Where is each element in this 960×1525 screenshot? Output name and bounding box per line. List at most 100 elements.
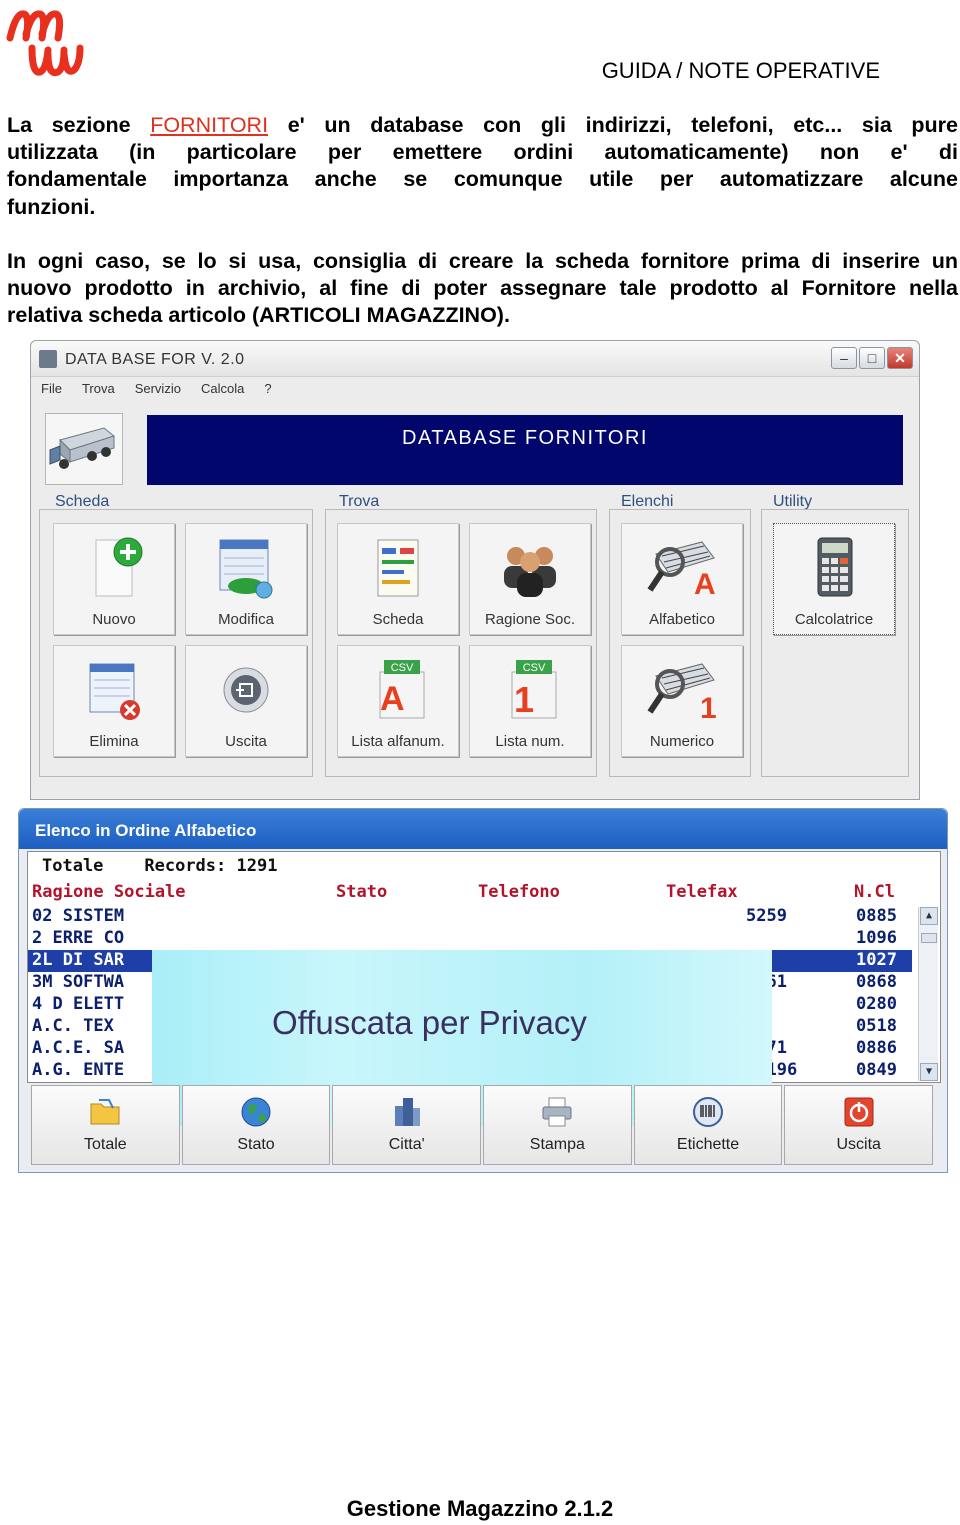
tile-label: Elimina	[89, 733, 139, 750]
delete-record-icon	[89, 663, 140, 720]
row-name: 2L DI SAR	[32, 950, 125, 970]
totals-label: Totale	[42, 856, 104, 876]
svg-text:1: 1	[700, 692, 717, 724]
database-fornitori-banner: DATABASE FORNITORI	[147, 415, 903, 485]
close-button[interactable]: ✕	[887, 347, 913, 369]
ragione-soc-button[interactable]: Ragione Soc.	[469, 523, 591, 635]
nuovo-button[interactable]: Nuovo	[53, 523, 175, 635]
row-ncl: 0885	[856, 906, 897, 926]
row-ncl: 0280	[856, 994, 897, 1014]
people-icon	[504, 547, 556, 597]
intro-line: La sezione FORNITORI e' un database con …	[7, 112, 958, 139]
exit-icon	[223, 667, 269, 713]
column-header-telefax[interactable]: Telefax	[666, 882, 738, 902]
scroll-up-icon[interactable]: ▲	[920, 907, 938, 925]
svg-text:1: 1	[514, 679, 534, 720]
numerico-button[interactable]: 1 Numerico	[621, 645, 743, 757]
city-buildings-icon	[394, 1098, 420, 1126]
menu-file[interactable]: File	[39, 381, 64, 396]
intro-line: fondamentale importanza anche se comunqu…	[7, 167, 958, 192]
elimina-button[interactable]: Elimina	[53, 645, 175, 757]
intro-text: e' un database con gli indirizzi, telefo…	[287, 113, 958, 137]
window-title: Elenco in Ordine Alfabetico	[35, 821, 257, 840]
scroll-down-icon[interactable]: ▼	[920, 1063, 938, 1081]
column-header-ncl[interactable]: N.Cl	[854, 882, 895, 902]
button-label: Stampa	[529, 1136, 585, 1153]
tile-label: Uscita	[225, 733, 267, 750]
window-titlebar: DATA BASE FOR V. 2.0 – □ ✕	[31, 341, 919, 377]
button-label: Citta'	[388, 1136, 425, 1153]
table-row[interactable]: 2 ERRE CO 1096	[28, 928, 912, 950]
menu-bar: File Trova Servizio Calcola ?	[39, 381, 274, 396]
tile-label: Nuovo	[92, 611, 136, 628]
intro-line: relativa scheda articolo (ARTICOLI MAGAZ…	[7, 303, 510, 328]
alfabetico-button[interactable]: A Alfabetico	[621, 523, 743, 635]
menu-help[interactable]: ?	[262, 381, 273, 396]
table-row[interactable]: 02 SISTEM 5259 0885	[28, 906, 912, 928]
magnifier-numeric-icon: 1	[647, 663, 717, 724]
lista-num-button[interactable]: CSV 1 Lista num.	[469, 645, 591, 757]
row-name: 4 D ELETT	[32, 994, 125, 1014]
row-ncl: 1027	[856, 950, 897, 970]
totale-button[interactable]: Totale	[31, 1085, 180, 1165]
menu-calcola[interactable]: Calcola	[199, 381, 246, 396]
menu-trova[interactable]: Trova	[80, 381, 117, 396]
new-document-icon	[95, 537, 143, 597]
button-label: Uscita	[836, 1136, 881, 1153]
button-label: Stato	[237, 1136, 275, 1153]
tile-label: Ragione Soc.	[484, 611, 576, 628]
tile-label: Lista num.	[495, 733, 565, 750]
tile-label: Calcolatrice	[794, 611, 874, 628]
records-count: 1291	[236, 856, 278, 876]
records-total: Totale Records: 1291	[42, 856, 277, 876]
intro-paragraph-1: La sezione FORNITORI e' un database con …	[7, 112, 958, 221]
stato-button[interactable]: Stato	[181, 1085, 331, 1165]
calculator-icon	[817, 537, 853, 597]
tile-label: Numerico	[649, 733, 715, 750]
row-name: 02 SISTEM	[32, 906, 125, 926]
column-header-telefono[interactable]: Telefono	[478, 882, 560, 902]
tile-label: Scheda	[372, 611, 424, 628]
window-titlebar: Elenco in Ordine Alfabetico	[19, 809, 947, 849]
calcolatrice-button[interactable]: Calcolatrice	[773, 523, 895, 635]
document-footer: Gestione Magazzino 2.1.2	[346, 1496, 614, 1521]
column-header-stato[interactable]: Stato	[336, 882, 387, 902]
row-name: 3M SOFTWA	[32, 972, 125, 992]
etichette-button[interactable]: Etichette	[633, 1085, 783, 1165]
document-header-title: GUIDA / NOTE OPERATIVE	[601, 58, 880, 83]
tile-label: Alfabetico	[649, 611, 715, 628]
tile-label: Modifica	[218, 611, 274, 628]
column-header-ragione-sociale[interactable]: Ragione Sociale	[32, 882, 186, 902]
scheda-search-button[interactable]: Scheda	[337, 523, 459, 635]
menu-servizio[interactable]: Servizio	[133, 381, 183, 396]
lista-alfanum-button[interactable]: CSV A Lista alfanum.	[337, 645, 459, 757]
intro-line: nuovo prodotto in archivio, al fine di p…	[7, 276, 958, 301]
suppliers-list: Totale Records: 1291 Ragione Sociale Sta…	[27, 851, 941, 1126]
maximize-button[interactable]: □	[859, 347, 885, 369]
magnifier-alpha-icon: A	[647, 541, 716, 601]
window-controls: – □ ✕	[831, 347, 913, 369]
uscita-list-button[interactable]: Uscita	[784, 1085, 934, 1165]
row-ncl: 0868	[856, 972, 897, 992]
modifica-button[interactable]: Modifica	[185, 523, 307, 635]
button-label: Totale	[83, 1136, 127, 1153]
bottom-toolbar: Totale Stato Citta' Stampa Etichette Usc…	[31, 1085, 935, 1165]
fornitori-link[interactable]: FORNITORI	[150, 113, 268, 137]
scroll-thumb[interactable]	[921, 933, 937, 943]
row-name: 2 ERRE CO	[32, 928, 125, 948]
elenco-alfabetico-window: Elenco in Ordine Alfabetico Totale Recor…	[18, 808, 948, 1173]
minimize-button[interactable]: –	[831, 347, 857, 369]
uscita-button[interactable]: Uscita	[185, 645, 307, 757]
privacy-overlay-text: Offuscata per Privacy	[272, 1004, 587, 1041]
globe-icon	[241, 1097, 271, 1127]
csv-badge: CSV	[391, 662, 414, 674]
records-label: Records:	[144, 856, 227, 876]
svg-text:A: A	[380, 680, 405, 718]
stampa-button[interactable]: Stampa	[483, 1085, 632, 1165]
truck-icon	[45, 413, 123, 485]
edit-record-icon	[219, 539, 273, 599]
citta-button[interactable]: Citta'	[332, 1085, 482, 1165]
folder-icon	[90, 1099, 120, 1125]
row-name: A.G. ENTE	[32, 1060, 125, 1080]
list-scrollbar[interactable]: ▲ ▼	[918, 907, 938, 1081]
